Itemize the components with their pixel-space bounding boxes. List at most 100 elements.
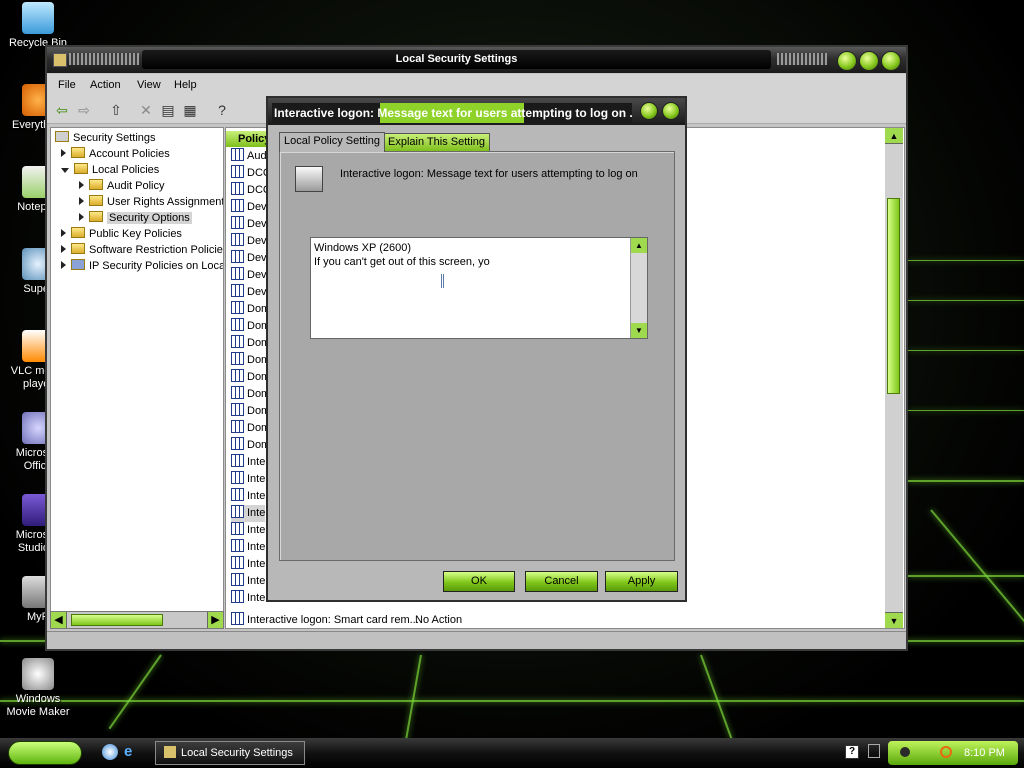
expand-icon[interactable] <box>79 213 84 221</box>
maximize-button[interactable] <box>859 51 879 71</box>
tree-item-security-settings[interactable]: Security Settings <box>55 130 156 146</box>
scroll-right-button[interactable]: ▶ <box>207 612 223 628</box>
delete-icon[interactable]: ✕ <box>137 101 155 119</box>
policy-icon <box>231 505 244 518</box>
list-row[interactable]: DCC <box>231 182 271 199</box>
expand-icon[interactable] <box>79 181 84 189</box>
tree-item-public-key-policies[interactable]: Public Key Policies <box>61 226 182 242</box>
list-row[interactable]: Dom <box>231 369 270 386</box>
list-row[interactable]: Inte <box>231 505 266 522</box>
expand-icon[interactable] <box>61 229 66 237</box>
list-row[interactable]: Dev <box>231 216 267 233</box>
close-button[interactable] <box>881 51 901 71</box>
app-icon <box>164 746 176 758</box>
list-row[interactable]: Dom <box>231 301 270 318</box>
policy-icon <box>231 573 244 586</box>
ok-button[interactable]: OK <box>443 571 515 592</box>
tray-help-icon[interactable]: ? <box>845 745 859 759</box>
list-row[interactable]: Inte <box>231 522 265 539</box>
export-list-icon[interactable]: ▦ <box>181 101 199 119</box>
tray-search-icon[interactable] <box>940 746 952 758</box>
tree-horizontal-scrollbar[interactable]: ◀ ▶ <box>50 611 224 629</box>
collapse-icon[interactable] <box>61 168 69 173</box>
properties-icon[interactable]: ▤ <box>159 101 177 119</box>
cancel-button[interactable]: Cancel <box>525 571 598 592</box>
show-desktop-icon[interactable] <box>102 744 118 760</box>
clock[interactable]: 8:10 PM <box>964 741 1005 765</box>
forward-arrow-icon[interactable]: ⇨ <box>75 101 93 119</box>
recycle-bin-icon[interactable]: Recycle Bin <box>0 2 76 50</box>
tree-item-security-options[interactable]: Security Options <box>79 210 192 226</box>
policy-icon <box>231 488 244 501</box>
list-row[interactable]: Dom <box>231 352 270 369</box>
list-row[interactable]: Dev <box>231 284 267 301</box>
list-row[interactable]: Dom <box>231 318 270 335</box>
list-row[interactable]: Inte <box>231 454 265 471</box>
start-button[interactable] <box>8 741 82 765</box>
tree-item-account-policies[interactable]: Account Policies <box>61 146 170 162</box>
dialog-close-button[interactable] <box>662 102 680 120</box>
menu-help[interactable]: Help <box>174 79 197 91</box>
list-row[interactable]: Dev <box>231 267 267 284</box>
list-row[interactable]: Inte <box>231 488 265 505</box>
list-vertical-scrollbar[interactable]: ▲ ▼ <box>885 128 903 628</box>
text-vertical-scrollbar[interactable]: ▲ ▼ <box>630 238 647 338</box>
scroll-down-button[interactable]: ▼ <box>885 612 903 628</box>
list-row[interactable]: Dev <box>231 199 267 216</box>
back-arrow-icon[interactable]: ⇦ <box>53 101 71 119</box>
internet-explorer-icon[interactable]: e <box>124 744 140 760</box>
list-row[interactable]: DCC <box>231 165 271 182</box>
help-icon[interactable]: ? <box>213 101 231 119</box>
policy-icon <box>231 199 244 212</box>
message-text-field[interactable]: Windows XP (2600) If you can't get out o… <box>310 237 648 339</box>
grid-line <box>700 654 733 738</box>
expand-icon[interactable] <box>61 149 66 157</box>
tab-local-policy-setting[interactable]: Local Policy Setting <box>279 132 385 152</box>
list-row[interactable]: Dom <box>231 335 270 352</box>
scroll-thumb[interactable] <box>887 198 900 394</box>
tray-icon[interactable] <box>900 747 910 757</box>
grid-line <box>908 410 1024 411</box>
menu-file[interactable]: File <box>58 79 76 91</box>
list-row[interactable]: Inte <box>231 471 265 488</box>
list-row[interactable]: Inte <box>231 556 265 573</box>
tree-item-audit-policy[interactable]: Audit Policy <box>79 178 164 194</box>
tab-explain-this-setting[interactable]: Explain This Setting <box>383 133 491 151</box>
list-row[interactable]: Dom <box>231 437 270 454</box>
scroll-up-button[interactable]: ▲ <box>885 128 903 144</box>
menu-view[interactable]: View <box>137 79 161 91</box>
list-row[interactable]: Dom <box>231 403 270 420</box>
scroll-down-button[interactable]: ▼ <box>631 323 647 338</box>
window-titlebar[interactable]: Local Security Settings <box>47 47 906 73</box>
expand-icon[interactable] <box>61 245 66 253</box>
tray-network-icon[interactable] <box>868 744 880 758</box>
list-row[interactable]: Inte <box>231 573 265 590</box>
dialog-help-button[interactable] <box>640 102 658 120</box>
list-row-smart-card[interactable]: Interactive logon: Smart card rem... No … <box>231 612 871 628</box>
expand-icon[interactable] <box>79 197 84 205</box>
dialog-titlebar[interactable]: Interactive logon: Message text for user… <box>268 98 685 125</box>
list-row[interactable]: Inte <box>231 539 265 556</box>
list-row[interactable]: Dom <box>231 386 270 403</box>
tree-item-user-rights-assignment[interactable]: User Rights Assignment <box>79 194 223 210</box>
list-row[interactable]: Dev <box>231 233 267 250</box>
list-row[interactable]: Dom <box>231 420 270 437</box>
task-local-security-settings[interactable]: Local Security Settings <box>155 741 305 765</box>
expand-icon[interactable] <box>61 261 66 269</box>
scroll-up-button[interactable]: ▲ <box>631 238 647 253</box>
menu-action[interactable]: Action <box>90 79 121 91</box>
list-row[interactable]: Inte <box>231 590 265 607</box>
grid-line <box>908 480 1024 482</box>
movie-maker-icon[interactable]: Windows Movie Maker <box>0 658 76 719</box>
up-folder-icon[interactable]: ⇧ <box>107 101 125 119</box>
list-row[interactable]: Aud <box>231 148 267 165</box>
minimize-button[interactable] <box>837 51 857 71</box>
tree-item-ip-security-policies[interactable]: IP Security Policies on Local Computer <box>61 258 223 274</box>
scroll-left-button[interactable]: ◀ <box>51 612 67 628</box>
tree-item-software-restriction-policies[interactable]: Software Restriction Policies <box>61 242 223 258</box>
scroll-thumb[interactable] <box>71 614 163 626</box>
apply-button[interactable]: Apply <box>605 571 678 592</box>
list-row[interactable]: Dev <box>231 250 267 267</box>
folder-icon <box>71 147 85 158</box>
tree-item-local-policies[interactable]: Local Policies <box>61 162 159 178</box>
